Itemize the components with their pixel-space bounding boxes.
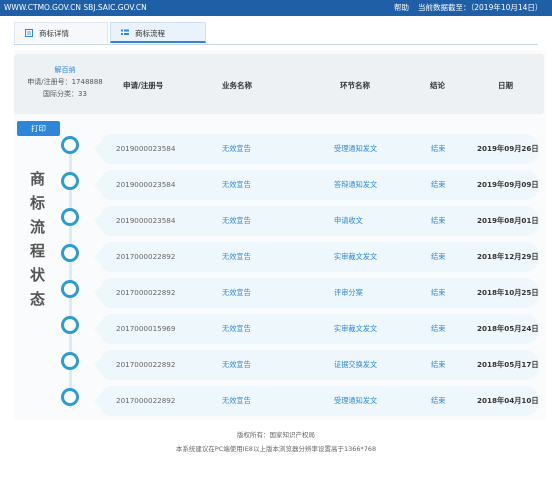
side-title-char: 程 — [30, 242, 46, 260]
row-pointer — [94, 393, 102, 409]
row-number: 2017000022892 — [116, 288, 176, 297]
row-result: 结束 — [431, 216, 446, 225]
row-pointer — [94, 213, 102, 229]
row-step: 受理通知发文 — [334, 396, 378, 405]
registration-number: 申请/注册号：1748888 — [27, 78, 103, 86]
row-business: 无效宣告 — [222, 360, 251, 369]
process-row[interactable]: 2019000023584 无效宣告 受理通知发文 结束 2019年09月26日 — [102, 134, 539, 164]
row-step: 证据交换发文 — [334, 360, 378, 369]
row-number: 2019000023584 — [116, 180, 176, 189]
row-result: 结束 — [431, 288, 446, 297]
side-title-char: 状 — [30, 266, 46, 284]
row-number: 2019000023584 — [116, 216, 176, 225]
tab-label: 商标流程 — [135, 29, 165, 38]
column-header-result: 结论 — [430, 81, 445, 90]
international-class: 国际分类：33 — [43, 90, 87, 98]
tab-label: 商标详情 — [39, 29, 69, 38]
row-pointer — [94, 285, 102, 301]
timeline-node — [61, 316, 79, 334]
column-header-step: 环节名称 — [340, 81, 370, 90]
site-url[interactable]: WWW.CTMO.GOV.CN SBJ.SAIC.GOV.CN — [4, 0, 147, 16]
row-business: 无效宣告 — [222, 252, 251, 261]
tab-trademark-details[interactable]: 商标详情 — [14, 22, 108, 43]
row-number: 2017000022892 — [116, 396, 176, 405]
timeline-node — [61, 136, 79, 154]
list-icon — [121, 29, 129, 35]
row-business: 无效宣告 — [222, 180, 251, 189]
row-result: 结束 — [431, 252, 446, 261]
row-number: 2019000023584 — [116, 144, 176, 153]
side-title: 商 标 流 程 状 态 — [8, 168, 62, 328]
row-pointer — [94, 177, 102, 193]
tab-bar: 商标详情 商标流程 — [14, 22, 538, 45]
process-row[interactable]: 2017000015969 无效宣告 实审裁文发文 结束 2018年05月24日 — [102, 314, 539, 344]
trademark-info: 解百纳 申请/注册号：1748888 国际分类：33 — [24, 64, 106, 100]
row-pointer — [94, 249, 102, 265]
browser-note: 本系统建议在PC端使用IE8以上版本浏览器分辨率设置高于1366*768 — [175, 445, 377, 453]
row-result: 结束 — [431, 396, 446, 405]
row-date: 2018年10月25日 — [477, 288, 539, 297]
row-number: 2017000022892 — [116, 360, 176, 369]
row-pointer — [94, 321, 102, 337]
row-business: 无效宣告 — [222, 324, 251, 333]
copyright-text: 版权所有：国家知识产权局 — [237, 431, 315, 439]
process-row[interactable]: 2019000023584 无效宣告 答辩通知发文 结束 2019年09月09日 — [102, 170, 539, 200]
row-step: 实审裁文发文 — [334, 324, 378, 333]
timeline-node — [61, 244, 79, 262]
row-business: 无效宣告 — [222, 216, 251, 225]
row-date: 2019年09月09日 — [477, 180, 539, 189]
process-row[interactable]: 2017000022892 无效宣告 证据交换发文 结束 2018年05月17日 — [102, 350, 539, 380]
row-business: 无效宣告 — [222, 288, 251, 297]
side-title-char: 商 — [30, 170, 46, 188]
row-business: 无效宣告 — [222, 396, 251, 405]
process-row[interactable]: 2017000022892 无效宣告 评审分案 结束 2018年10月25日 — [102, 278, 539, 308]
row-step: 答辩通知发文 — [334, 180, 378, 189]
trademark-name: 解百纳 — [54, 66, 76, 74]
row-result: 结束 — [431, 144, 446, 153]
top-bar: WWW.CTMO.GOV.CN SBJ.SAIC.GOV.CN 帮助 当前数据截… — [0, 0, 552, 16]
timeline-node — [61, 352, 79, 370]
row-result: 结束 — [431, 324, 446, 333]
timeline-node — [61, 388, 79, 406]
column-header-number: 申请/注册号 — [123, 81, 164, 90]
row-number: 2017000015969 — [116, 324, 176, 333]
row-step: 受理通知发文 — [334, 144, 378, 153]
data-as-of: 当前数据截至：（2019年10月14日） — [418, 3, 543, 12]
row-pointer — [94, 141, 102, 157]
row-pointer — [94, 357, 102, 373]
row-business: 无效宣告 — [222, 144, 251, 153]
column-header-date: 日期 — [498, 81, 513, 90]
row-date: 2018年04月10日 — [477, 396, 539, 405]
side-title-char: 流 — [30, 218, 46, 236]
timeline-node — [61, 280, 79, 298]
row-step: 申请收文 — [334, 216, 363, 225]
column-header-business: 业务名称 — [222, 81, 252, 90]
row-step: 评审分案 — [334, 288, 363, 297]
process-row[interactable]: 2017000022892 无效宣告 受理通知发文 结束 2018年04月10日 — [102, 386, 539, 416]
side-title-char: 态 — [30, 290, 46, 308]
row-date: 2018年12月29日 — [477, 252, 539, 261]
row-date: 2018年05月17日 — [477, 360, 539, 369]
footer: 版权所有：国家知识产权局 本系统建议在PC端使用IE8以上版本浏览器分辨率设置高… — [0, 428, 552, 456]
timeline-node — [61, 208, 79, 226]
print-button[interactable]: 打印 — [17, 121, 60, 136]
row-date: 2019年09月26日 — [477, 144, 539, 153]
row-result: 结束 — [431, 360, 446, 369]
document-icon — [25, 29, 33, 37]
row-result: 结束 — [431, 180, 446, 189]
process-row[interactable]: 2017000022892 无效宣告 实审裁文发文 结束 2018年12月29日 — [102, 242, 539, 272]
process-row[interactable]: 2019000023584 无效宣告 申请收文 结束 2019年08月01日 — [102, 206, 539, 236]
row-step: 实审裁文发文 — [334, 252, 378, 261]
side-title-char: 标 — [30, 194, 46, 212]
row-number: 2017000022892 — [116, 252, 176, 261]
help-link[interactable]: 帮助 — [394, 0, 409, 16]
row-date: 2018年05月24日 — [477, 324, 539, 333]
timeline-node — [61, 172, 79, 190]
tab-trademark-process[interactable]: 商标流程 — [110, 22, 206, 43]
row-date: 2019年08月01日 — [477, 216, 539, 225]
